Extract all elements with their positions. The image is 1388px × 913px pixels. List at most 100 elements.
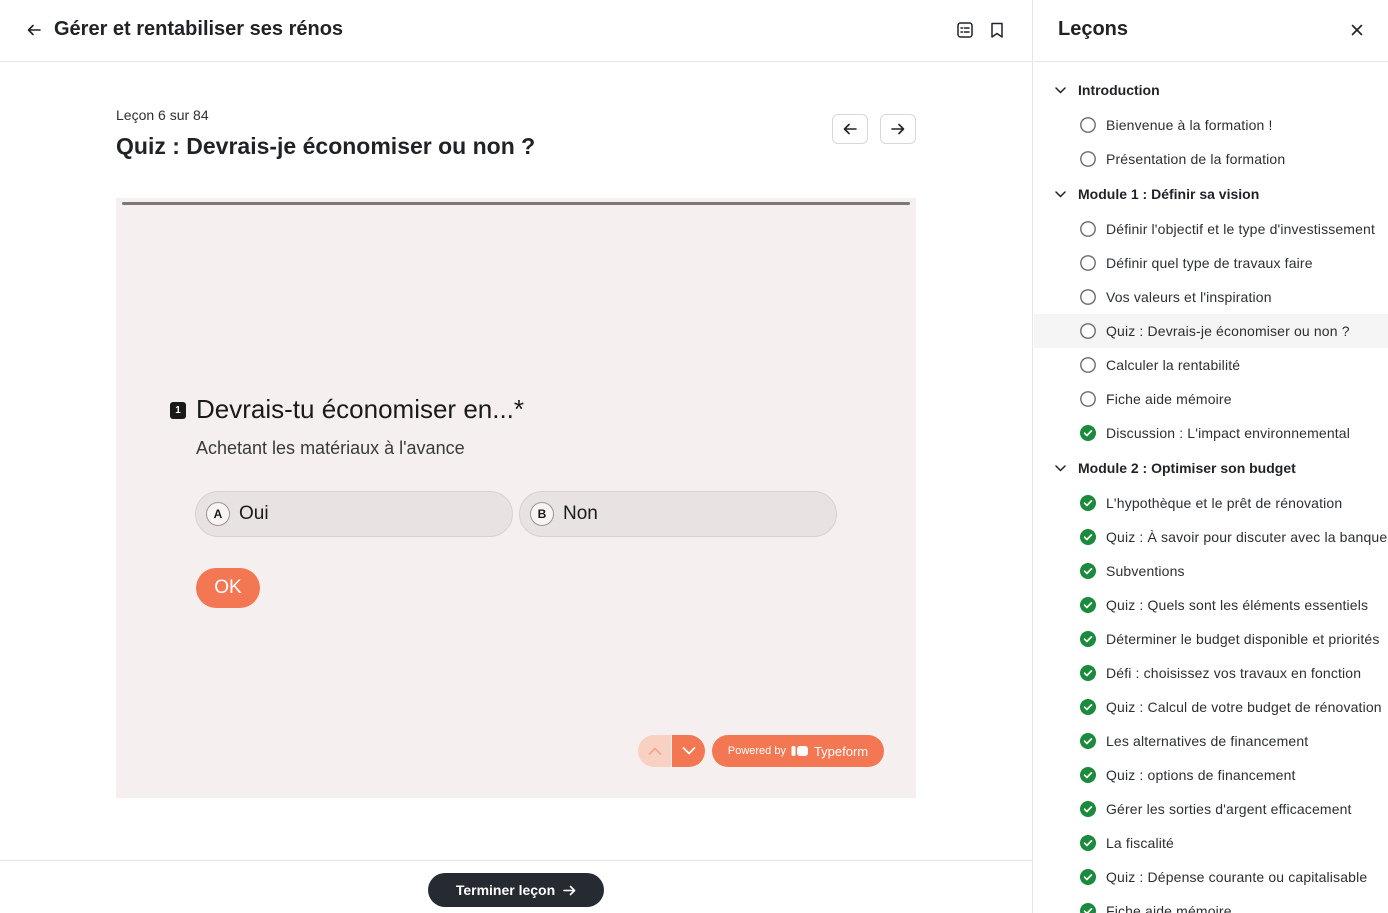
arrow-right-icon (891, 123, 905, 135)
sidebar-lesson-item[interactable]: Quiz : Dépense courante ou capitalisable (1034, 860, 1388, 894)
module-title: Module 1 : Définir sa vision (1078, 186, 1260, 202)
choice-a-button[interactable]: A Oui (195, 491, 513, 537)
quiz-progress-bar (122, 202, 910, 205)
sidebar-lesson-item[interactable]: L'hypothèque et le prêt de rénovation (1034, 486, 1388, 520)
module-title: Module 2 : Optimiser son budget (1078, 460, 1296, 476)
check-circle-icon (1080, 903, 1096, 913)
lesson-label: Quiz : Dépense courante ou capitalisable (1106, 869, 1368, 885)
lesson-label: Définir l'objectif et le type d'investis… (1106, 221, 1376, 237)
bookmark-icon[interactable] (986, 19, 1008, 41)
sidebar-lesson-item[interactable]: Quiz : À savoir pour discuter avec la ba… (1034, 520, 1388, 554)
empty-circle-icon (1080, 289, 1096, 305)
check-circle-icon (1080, 563, 1096, 579)
lesson-label: La fiscalité (1106, 835, 1174, 851)
lesson-title: Quiz : Devrais-je économiser ou non ? (116, 133, 536, 159)
lesson-footer: Terminer leçon (0, 860, 1033, 913)
previous-lesson-button[interactable] (832, 114, 868, 144)
sidebar-lesson-item[interactable]: Fiche aide mémoire (1034, 894, 1388, 913)
sidebar-lesson-item[interactable]: Déterminer le budget disponible et prior… (1034, 622, 1388, 656)
lesson-list: Introduction Bienvenue à la formation ! Pr… (1034, 72, 1388, 913)
sidebar-lesson-item[interactable]: La fiscalité (1034, 826, 1388, 860)
lesson-label: Vos valeurs et l'inspiration (1106, 289, 1272, 305)
quiz-embed: 1 Devrais-tu économiser en...* Achetant … (116, 198, 916, 798)
sidebar-lesson-item[interactable]: Subventions (1034, 554, 1388, 588)
finish-lesson-button[interactable]: Terminer leçon (428, 873, 604, 907)
sidebar-title: Leçons (1058, 18, 1129, 40)
lesson-label: Les alternatives de financement (1106, 733, 1309, 749)
sidebar-lesson-item[interactable]: Discussion : L'impact environnemental (1034, 416, 1388, 450)
empty-circle-icon (1080, 323, 1096, 339)
question-number-badge: 1 (170, 402, 186, 419)
chevron-down-icon (1054, 84, 1066, 96)
choice-label: Non (563, 503, 598, 524)
sidebar-lesson-item[interactable]: Gérer les sorties d'argent efficacement (1034, 792, 1388, 826)
choice-label: Oui (239, 503, 269, 524)
lesson-list-icon[interactable] (954, 19, 976, 41)
sidebar-lesson-item[interactable]: Quiz : Devrais-je économiser ou non ? (1034, 314, 1388, 348)
lessons-sidebar: Leçons Introduction Bienvenue à la format… (1034, 0, 1388, 913)
sidebar-lesson-item[interactable]: Les alternatives de financement (1034, 724, 1388, 758)
empty-circle-icon (1080, 151, 1096, 167)
sidebar-lesson-item[interactable]: Quiz : Calcul de votre budget de rénovat… (1034, 690, 1388, 724)
chevron-down-icon (682, 747, 695, 755)
check-circle-icon (1080, 869, 1096, 885)
check-circle-icon (1080, 801, 1096, 817)
next-question-button[interactable] (672, 735, 705, 767)
ok-button[interactable]: OK (196, 568, 260, 608)
choice-key: A (206, 502, 230, 526)
lesson-label: Déterminer le budget disponible et prior… (1106, 631, 1380, 647)
chevron-up-icon (648, 747, 661, 755)
choice-key: B (530, 502, 554, 526)
lesson-label: Quiz : options de financement (1106, 767, 1296, 783)
question-text: Devrais-tu économiser en...* (196, 394, 525, 424)
lesson-label: Calculer la rentabilité (1106, 357, 1241, 373)
sidebar-lesson-item[interactable]: Vos valeurs et l'inspiration (1034, 280, 1388, 314)
module-header[interactable]: Introduction (1034, 72, 1388, 108)
empty-circle-icon (1080, 391, 1096, 407)
lesson-label: Quiz : Quels sont les éléments essentiel… (1106, 597, 1369, 613)
sidebar-lesson-item[interactable]: Fiche aide mémoire (1034, 382, 1388, 416)
typeform-brand: Typeform (813, 743, 869, 759)
finish-lesson-label: Terminer leçon (455, 882, 556, 898)
top-bar: Gérer et rentabiliser ses rénos (0, 0, 1033, 62)
check-circle-icon (1080, 665, 1096, 681)
lesson-label: Défi : choisissez vos travaux en fonctio… (1106, 665, 1362, 681)
lesson-label: Fiche aide mémoire (1106, 391, 1232, 407)
typeform-logo-icon (791, 746, 808, 756)
lesson-label: Fiche aide mémoire (1106, 903, 1232, 913)
check-circle-icon (1080, 597, 1096, 613)
empty-circle-icon (1080, 255, 1096, 271)
check-circle-icon (1080, 699, 1096, 715)
arrow-left-icon (843, 123, 857, 135)
sidebar-lesson-item[interactable]: Définir l'objectif et le type d'investis… (1034, 212, 1388, 246)
sidebar-lesson-item[interactable]: Quiz : options de financement (1034, 758, 1388, 792)
empty-circle-icon (1080, 357, 1096, 373)
sidebar-lesson-item[interactable]: Présentation de la formation (1034, 142, 1388, 176)
sidebar-lesson-item[interactable]: Défi : choisissez vos travaux en fonctio… (1034, 656, 1388, 690)
sidebar-lesson-item[interactable]: Bienvenue à la formation ! (1034, 108, 1388, 142)
sidebar-lesson-item[interactable]: Définir quel type de travaux faire (1034, 246, 1388, 280)
powered-by-typeform-link[interactable]: Powered by Typeform (712, 735, 884, 767)
chevron-down-icon (1054, 462, 1066, 474)
back-arrow-icon[interactable] (24, 20, 44, 40)
choice-b-button[interactable]: B Non (519, 491, 837, 537)
module-header[interactable]: Module 2 : Optimiser son budget (1034, 450, 1388, 486)
next-lesson-button[interactable] (880, 114, 916, 144)
sidebar-lesson-item[interactable]: Calculer la rentabilité (1034, 348, 1388, 382)
close-icon[interactable] (1347, 20, 1367, 40)
lesson-counter: Leçon 6 sur 84 (116, 107, 209, 123)
check-circle-icon (1080, 425, 1096, 441)
module-title: Introduction (1078, 82, 1160, 98)
lesson-label: Bienvenue à la formation ! (1106, 117, 1273, 133)
arrow-right-icon (563, 885, 576, 895)
module-header[interactable]: Module 1 : Définir sa vision (1034, 176, 1388, 212)
lesson-label: L'hypothèque et le prêt de rénovation (1106, 495, 1343, 511)
course-title: Gérer et rentabiliser ses rénos (54, 18, 344, 40)
check-circle-icon (1080, 495, 1096, 511)
previous-question-button[interactable] (638, 735, 671, 767)
check-circle-icon (1080, 767, 1096, 783)
sidebar-lesson-item[interactable]: Quiz : Quels sont les éléments essentiel… (1034, 588, 1388, 622)
chevron-down-icon (1054, 188, 1066, 200)
lesson-label: Quiz : Devrais-je économiser ou non ? (1106, 323, 1350, 339)
check-circle-icon (1080, 835, 1096, 851)
